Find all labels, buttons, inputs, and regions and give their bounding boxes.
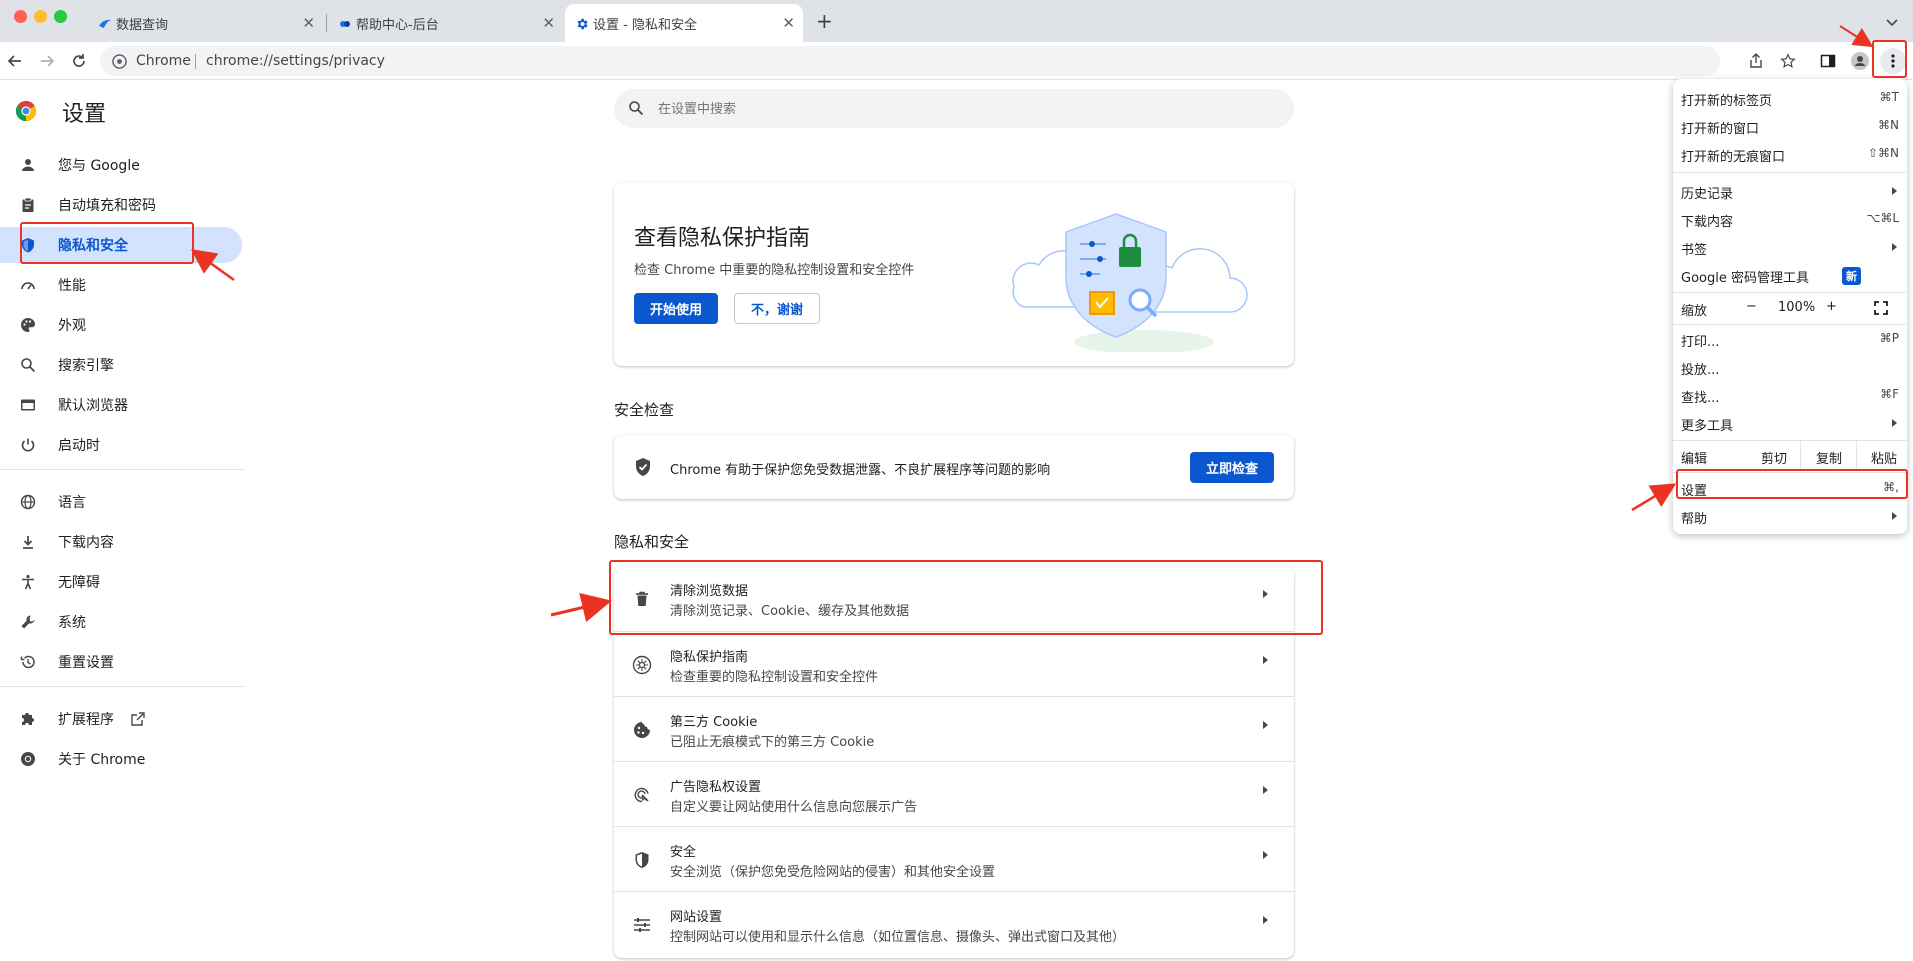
arrow-to-clear-data — [550, 592, 612, 623]
arrow-to-sidebar — [190, 249, 235, 282]
arrow-to-menu-settings — [1631, 483, 1677, 512]
annotation-arrows — [190, 25, 1874, 623]
arrow-to-menu-button — [1839, 25, 1874, 48]
